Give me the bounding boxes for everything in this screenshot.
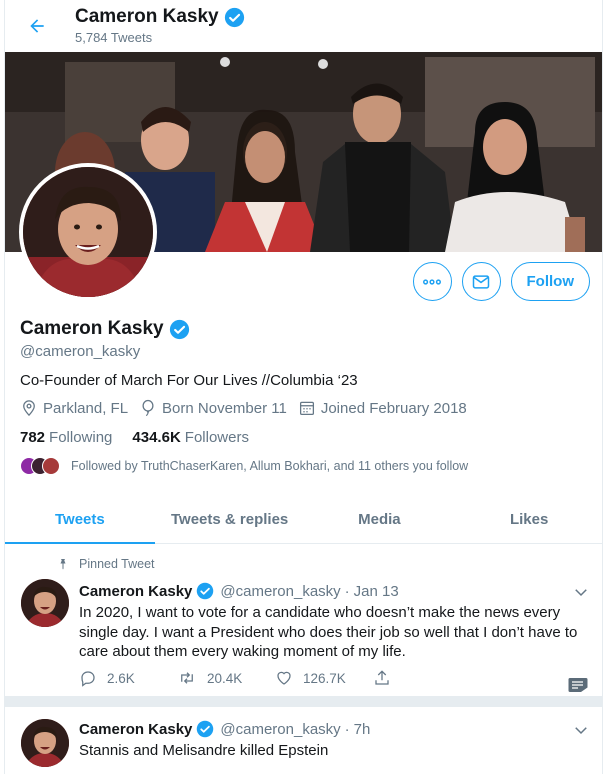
tweet-header: Cameron Kasky @cameron_kasky · 7h bbox=[79, 720, 370, 738]
note-icon bbox=[568, 678, 588, 692]
profile-page: Cameron Kasky 5,784 Tweets Follow Camero… bbox=[4, 0, 603, 774]
calendar-icon bbox=[299, 401, 314, 416]
header-name: Cameron Kasky bbox=[75, 6, 219, 27]
tweet-avatar[interactable] bbox=[21, 719, 69, 767]
like-count: 126.7K bbox=[303, 670, 346, 686]
joined-item: Joined February 2018 bbox=[298, 399, 467, 417]
balloon-icon bbox=[142, 399, 154, 416]
profile-display-name: Cameron Kasky bbox=[20, 318, 164, 339]
reply-button[interactable]: 2.6K bbox=[79, 669, 177, 687]
location-item: Parkland, FL bbox=[20, 399, 128, 417]
profile-tabs: Tweets Tweets & replies Media Likes bbox=[5, 496, 602, 544]
birthday-item: Born November 11 bbox=[139, 399, 287, 417]
header-title: Cameron Kasky bbox=[75, 6, 245, 28]
share-button[interactable] bbox=[373, 669, 471, 687]
verified-icon bbox=[197, 582, 214, 600]
tweet-actions: 2.6K 20.4K 126.7K bbox=[79, 669, 471, 687]
followers-you-know-avatars bbox=[20, 457, 60, 475]
location-text: Parkland, FL bbox=[43, 399, 129, 417]
tweet-author-name[interactable]: Cameron Kasky bbox=[79, 721, 192, 738]
profile-meta: Parkland, FL Born November 11 Joined Feb… bbox=[20, 399, 478, 417]
header-tweet-count: 5,784 Tweets bbox=[75, 30, 153, 45]
message-button[interactable] bbox=[461, 262, 501, 301]
profile-actions: Follow bbox=[412, 262, 590, 301]
followed-by[interactable]: Followed by TruthChaserKaren, Allum Bokh… bbox=[20, 457, 468, 475]
pinned-label: Pinned Tweet bbox=[57, 557, 155, 571]
more-options-button[interactable] bbox=[412, 262, 452, 301]
tab-likes[interactable]: Likes bbox=[454, 496, 602, 543]
tweet-header: Cameron Kasky @cameron_kasky · Jan 13 bbox=[79, 582, 399, 600]
arrow-left-icon bbox=[30, 19, 44, 33]
retweet-count: 20.4K bbox=[207, 670, 243, 686]
following-link[interactable]: 782 Following bbox=[20, 429, 112, 446]
tab-media[interactable]: Media bbox=[305, 496, 455, 543]
chevron-down-icon bbox=[575, 589, 587, 597]
verified-icon bbox=[169, 319, 189, 339]
followers-label: Followers bbox=[184, 429, 249, 446]
tweet-date[interactable]: 7h bbox=[354, 721, 371, 738]
tweet-dot-separator: · bbox=[344, 582, 350, 600]
avatar-photo bbox=[23, 167, 153, 297]
tweet-item[interactable]: Cameron Kasky @cameron_kasky · 7h Stanni… bbox=[5, 707, 602, 774]
tweet-author-handle[interactable]: @cameron_kasky bbox=[220, 583, 340, 600]
profile-bio: Co-Founder of March For Our Lives //Colu… bbox=[20, 372, 358, 389]
back-button[interactable] bbox=[23, 12, 51, 40]
profile-name: Cameron Kasky bbox=[20, 318, 190, 340]
followers-link[interactable]: 434.6K Followers bbox=[132, 429, 249, 446]
followers-count: 434.6K bbox=[132, 429, 181, 446]
heart-icon bbox=[277, 671, 291, 685]
tweet-author-name[interactable]: Cameron Kasky bbox=[79, 583, 192, 600]
verified-icon bbox=[197, 720, 214, 738]
like-button[interactable]: 126.7K bbox=[275, 669, 373, 687]
envelope-icon bbox=[472, 274, 490, 289]
more-dots-icon bbox=[423, 278, 441, 285]
tweet-avatar[interactable] bbox=[21, 579, 69, 627]
share-icon bbox=[375, 670, 389, 685]
follow-button[interactable]: Follow bbox=[510, 262, 590, 301]
tweet-dot-separator: · bbox=[344, 720, 350, 738]
chevron-down-icon bbox=[575, 727, 587, 735]
tab-tweets-replies[interactable]: Tweets & replies bbox=[155, 496, 305, 543]
top-header: Cameron Kasky 5,784 Tweets bbox=[5, 0, 602, 52]
follow-counts: 782 Following 434.6K Followers bbox=[20, 429, 249, 446]
pinned-text: Pinned Tweet bbox=[79, 557, 155, 571]
tweet-separator bbox=[5, 697, 602, 707]
following-count: 782 bbox=[20, 429, 46, 446]
reply-icon bbox=[81, 671, 95, 687]
following-label: Following bbox=[49, 429, 113, 446]
tweet-text: Stannis and Melisandre killed Epstein bbox=[79, 742, 329, 759]
birthday-text: Born November 11 bbox=[162, 399, 287, 417]
profile-handle: @cameron_kasky bbox=[20, 343, 141, 360]
tweet-pinned[interactable]: Pinned Tweet Cameron Kasky @cameron_kask… bbox=[5, 545, 602, 698]
retweet-button[interactable]: 20.4K bbox=[177, 669, 275, 687]
mini-avatar bbox=[42, 457, 60, 475]
tweet-text: In 2020, I want to vote for a candidate … bbox=[79, 604, 578, 660]
tweet-author-handle[interactable]: @cameron_kasky bbox=[220, 721, 340, 738]
tab-tweets[interactable]: Tweets bbox=[5, 496, 155, 544]
tweet-avatar-photo bbox=[21, 579, 69, 627]
tweet-date[interactable]: Jan 13 bbox=[354, 583, 399, 600]
followed-by-text: Followed by TruthChaserKaren, Allum Bokh… bbox=[71, 459, 469, 473]
profile-avatar[interactable] bbox=[19, 163, 157, 301]
retweet-icon bbox=[181, 672, 193, 684]
verified-icon bbox=[224, 7, 244, 27]
note-button[interactable] bbox=[568, 677, 588, 698]
joined-text: Joined February 2018 bbox=[320, 399, 467, 417]
reply-count: 2.6K bbox=[107, 670, 135, 686]
location-pin-icon bbox=[23, 400, 35, 417]
tweet-avatar-photo bbox=[21, 719, 69, 767]
pin-icon bbox=[60, 559, 66, 570]
